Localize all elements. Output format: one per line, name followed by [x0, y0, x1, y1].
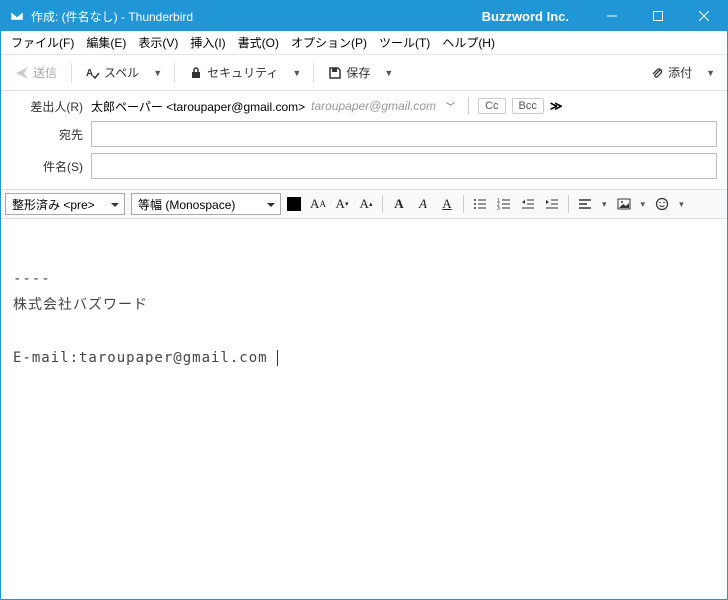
- outdent-button[interactable]: [517, 193, 539, 215]
- spell-label: スペル: [104, 64, 139, 81]
- menu-file[interactable]: ファイル(F): [5, 32, 80, 53]
- menu-help[interactable]: ヘルプ(H): [436, 32, 501, 53]
- menu-edit[interactable]: 編集(E): [80, 32, 132, 53]
- from-value[interactable]: 太郎ペーパー <taroupaper@gmail.com>: [91, 98, 305, 115]
- signature-separator: ----: [13, 266, 715, 293]
- lock-icon: [189, 66, 203, 80]
- attach-dropdown[interactable]: ▼: [702, 68, 719, 78]
- font-select[interactable]: 等幅 (Monospace): [131, 193, 281, 215]
- font-size-down-button[interactable]: A▾: [331, 193, 353, 215]
- spell-icon: A: [86, 66, 100, 80]
- attach-button[interactable]: 添付: [644, 60, 698, 85]
- spell-dropdown[interactable]: ▼: [149, 68, 166, 78]
- svg-text:3: 3: [497, 206, 500, 211]
- subject-input[interactable]: [91, 153, 717, 179]
- save-label: 保存: [346, 64, 370, 81]
- insert-image-button[interactable]: [613, 193, 635, 215]
- number-list-button[interactable]: 123: [493, 193, 515, 215]
- insert-dropdown[interactable]: ▾: [637, 199, 650, 210]
- window-title: 作成: (件名なし) - Thunderbird: [31, 8, 193, 25]
- send-icon: [15, 66, 29, 80]
- spell-button[interactable]: A スペル: [80, 60, 145, 85]
- security-button[interactable]: セキュリティ: [183, 60, 284, 85]
- bcc-button[interactable]: Bcc: [512, 98, 544, 114]
- subject-label: 件名(S): [11, 158, 91, 175]
- main-toolbar: 送信 A スペル ▼ セキュリティ ▼ 保存 ▼ 添付 ▼: [1, 55, 727, 91]
- paperclip-icon: [650, 66, 664, 80]
- menu-tools[interactable]: ツール(T): [373, 32, 436, 53]
- security-label: セキュリティ: [207, 64, 278, 81]
- font-size-reset-button[interactable]: AA: [307, 193, 329, 215]
- send-label: 送信: [33, 64, 57, 81]
- emoji-button[interactable]: [651, 193, 673, 215]
- to-label[interactable]: 宛先: [11, 126, 91, 143]
- to-input[interactable]: [91, 121, 717, 147]
- italic-button[interactable]: A: [412, 193, 434, 215]
- emoji-dropdown[interactable]: ▾: [675, 199, 688, 210]
- bold-button[interactable]: A: [388, 193, 410, 215]
- maximize-button[interactable]: [635, 1, 681, 31]
- more-recipients-button[interactable]: ≫: [550, 99, 563, 113]
- menu-format[interactable]: 書式(O): [232, 32, 285, 53]
- menu-view[interactable]: 表示(V): [132, 32, 184, 53]
- font-size-up-button[interactable]: A▴: [355, 193, 377, 215]
- attach-label: 添付: [668, 64, 692, 81]
- svg-text:A: A: [86, 68, 93, 79]
- from-placeholder: taroupaper@gmail.com: [311, 99, 436, 113]
- save-button[interactable]: 保存: [322, 60, 376, 85]
- indent-button[interactable]: [541, 193, 563, 215]
- compose-body[interactable]: ---- 株式会社バズワード E-mail:taroupaper@gmail.c…: [1, 219, 727, 392]
- app-icon: [9, 8, 25, 24]
- menu-insert[interactable]: 挿入(I): [184, 32, 231, 53]
- titlebar: 作成: (件名なし) - Thunderbird Buzzword Inc.: [1, 1, 727, 31]
- menubar: ファイル(F) 編集(E) 表示(V) 挿入(I) 書式(O) オプション(P)…: [1, 31, 727, 55]
- save-icon: [328, 66, 342, 80]
- align-dropdown[interactable]: ▾: [598, 199, 611, 210]
- close-button[interactable]: [681, 1, 727, 31]
- format-toolbar: 整形済み <pre> 等幅 (Monospace) AA A▾ A▴ A A A…: [1, 189, 727, 219]
- text-cursor: [268, 350, 278, 366]
- save-dropdown[interactable]: ▼: [380, 68, 397, 78]
- signature-email: E-mail:taroupaper@gmail.com: [13, 350, 268, 366]
- menu-options[interactable]: オプション(P): [285, 32, 373, 53]
- align-button[interactable]: [574, 193, 596, 215]
- underline-button[interactable]: A: [436, 193, 458, 215]
- bullet-list-button[interactable]: [469, 193, 491, 215]
- paragraph-select[interactable]: 整形済み <pre>: [5, 193, 125, 215]
- from-label: 差出人(R): [11, 98, 91, 115]
- compose-headers: 差出人(R) 太郎ペーパー <taroupaper@gmail.com> tar…: [1, 91, 727, 189]
- security-dropdown[interactable]: ▼: [288, 68, 305, 78]
- cc-button[interactable]: Cc: [478, 98, 505, 114]
- text-color-button[interactable]: [283, 193, 305, 215]
- company-name: Buzzword Inc.: [482, 9, 569, 24]
- minimize-button[interactable]: [589, 1, 635, 31]
- send-button[interactable]: 送信: [9, 60, 63, 85]
- signature-company: 株式会社バズワード: [13, 292, 715, 319]
- from-dropdown[interactable]: ﹀: [442, 100, 459, 113]
